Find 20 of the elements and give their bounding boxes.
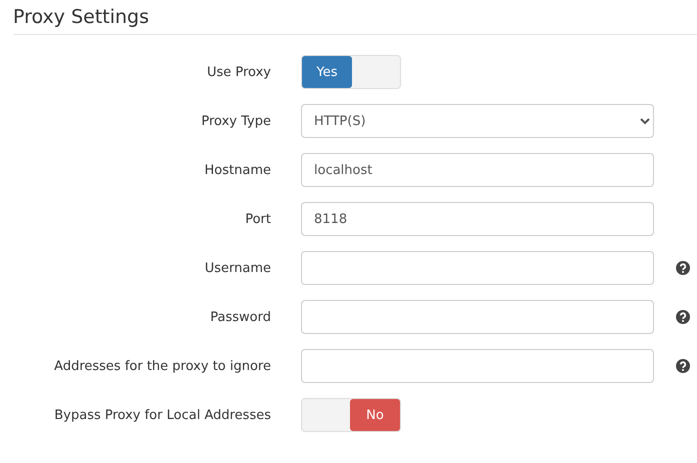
field-label: Port (244, 212, 271, 226)
field-label: Bypass Proxy for Local Addresses (53, 408, 271, 422)
input-field[interactable]: 8118 (301, 202, 654, 236)
section-title: Proxy Settings (13, 0, 697, 35)
help-icon[interactable] (676, 310, 690, 324)
field-label: Username (204, 260, 271, 276)
input-field[interactable] (301, 349, 654, 383)
toggle-switch[interactable]: Yes (301, 55, 401, 89)
input-field[interactable] (301, 251, 654, 285)
help-icon[interactable] (676, 261, 690, 275)
input-field[interactable]: localhost (301, 153, 654, 187)
field-label: Proxy Type (200, 114, 271, 128)
help-icon[interactable] (676, 359, 690, 373)
field-label: Password (209, 310, 271, 324)
field-label: Addresses for the proxy to ignore (53, 358, 271, 374)
toggle-switch[interactable]: No (301, 398, 401, 432)
field-label: Hostname (204, 162, 271, 178)
input-field[interactable] (301, 300, 654, 334)
select-field[interactable]: HTTP(S) (301, 104, 654, 138)
field-label: Use Proxy (206, 64, 271, 80)
